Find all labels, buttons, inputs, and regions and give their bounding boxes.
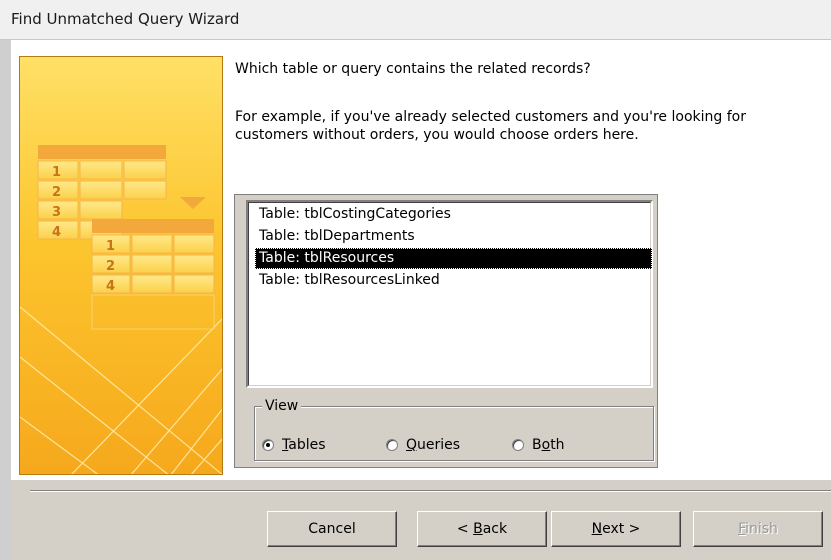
- back-row-number: 3: [52, 205, 61, 220]
- wizard-question: Which table or query contains the relate…: [235, 61, 591, 77]
- window-title: Find Unmatched Query Wizard: [11, 10, 240, 28]
- back-row-number: 1: [52, 165, 61, 180]
- cancel-button[interactable]: Cancel: [267, 511, 397, 547]
- front-row-number: 2: [106, 259, 115, 274]
- title-bar: Find Unmatched Query Wizard: [0, 0, 831, 40]
- back-row-number: 4: [52, 225, 61, 240]
- radio-both[interactable]: Both: [512, 437, 565, 453]
- window-frame-left: [0, 40, 11, 560]
- listbox-inner: Table: tblCostingCategories Table: tblDe…: [248, 202, 652, 386]
- table-graphic-icon: 1 2 3 4 1 2 4: [20, 145, 222, 474]
- finish-button[interactable]: Finish: [693, 511, 823, 547]
- front-row-number: 4: [106, 279, 115, 294]
- radio-checked-icon: [262, 439, 274, 451]
- radio-both-label: Both: [532, 437, 565, 453]
- button-divider: [30, 490, 831, 492]
- list-item[interactable]: Table: tblResourcesLinked: [255, 270, 652, 291]
- back-row-number: 2: [52, 185, 61, 200]
- front-row-number: 1: [106, 239, 115, 254]
- list-item[interactable]: Table: tblDepartments: [255, 226, 652, 247]
- view-legend: View: [262, 398, 302, 414]
- radio-tables-label: Tables: [282, 437, 326, 453]
- radio-queries-label: Queries: [406, 437, 461, 453]
- radio-unchecked-icon: [512, 439, 524, 451]
- list-item-selected[interactable]: Table: tblResources: [255, 248, 652, 269]
- next-button[interactable]: Next >: [551, 511, 681, 547]
- table-query-listbox[interactable]: Table: tblCostingCategories Table: tblDe…: [246, 200, 653, 388]
- list-item[interactable]: Table: tblCostingCategories: [255, 204, 652, 225]
- back-button[interactable]: < Back: [417, 511, 547, 547]
- radio-unchecked-icon: [386, 439, 398, 451]
- wizard-example-text: For example, if you've already selected …: [235, 109, 746, 143]
- radio-tables[interactable]: Tables: [262, 437, 326, 453]
- radio-queries[interactable]: Queries: [386, 437, 460, 453]
- wizard-illustration: 1 2 3 4 1 2 4: [19, 56, 223, 475]
